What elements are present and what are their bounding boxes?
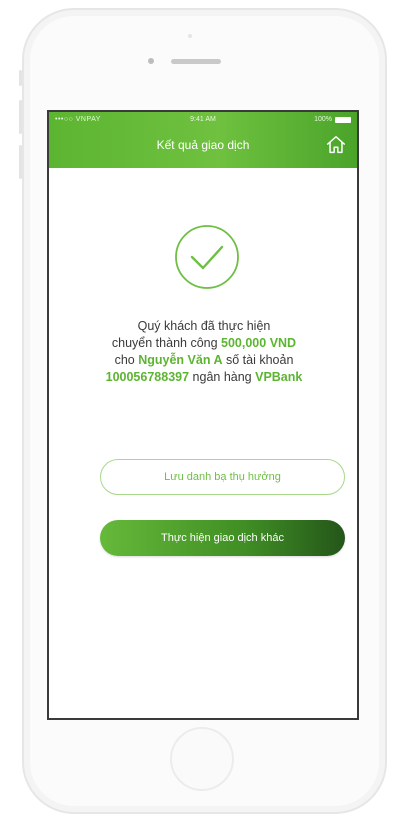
message-line-2: chuyển thành công 500,000 VND [57, 335, 351, 352]
home-icon[interactable] [325, 134, 347, 156]
page-title: Kết quả giao dịch [156, 138, 250, 152]
message-line-3: cho Nguyễn Văn A số tài khoản [57, 352, 351, 369]
message-line-4: 100056788397 ngân hàng VPBank [57, 369, 351, 386]
front-camera [148, 58, 154, 64]
battery-percent: 100% [314, 116, 332, 123]
message-text: số tài khoản [222, 353, 294, 367]
message-line-1: Quý khách đã thực hiện [137, 319, 271, 333]
phone-home-button[interactable] [170, 727, 234, 791]
app-header: •••○○ VNPAY 9:41 AM 100% Kết quả giao dị… [49, 112, 357, 168]
side-button-volume-down [19, 145, 22, 179]
sensor-dot [188, 34, 192, 38]
transaction-result-message: Quý khách đã thực hiện chuyển thành công… [57, 318, 351, 386]
check-circle-icon [175, 225, 239, 289]
clock: 9:41 AM [190, 116, 216, 123]
message-text: ngân hàng [189, 370, 256, 384]
transfer-amount: 500,000 VND [221, 336, 297, 350]
bank-name: VPBank [255, 370, 303, 384]
battery-status: 100% [314, 116, 351, 123]
side-button-volume-up [19, 100, 22, 134]
battery-icon [335, 116, 351, 123]
status-bar: •••○○ VNPAY 9:41 AM 100% [49, 116, 357, 128]
new-transaction-button[interactable]: Thực hiện giao dịch khác [100, 520, 345, 556]
message-text: cho [114, 353, 139, 367]
earpiece-speaker [171, 59, 221, 64]
save-beneficiary-button[interactable]: Lưu danh bạ thụ hưởng [100, 459, 345, 495]
message-text: chuyển thành công [111, 336, 222, 350]
recipient-name: Nguyễn Văn A [138, 353, 223, 367]
side-button-top [19, 70, 22, 86]
account-number: 100056788397 [105, 370, 190, 384]
app-screen: •••○○ VNPAY 9:41 AM 100% Kết quả giao dị… [47, 110, 359, 720]
